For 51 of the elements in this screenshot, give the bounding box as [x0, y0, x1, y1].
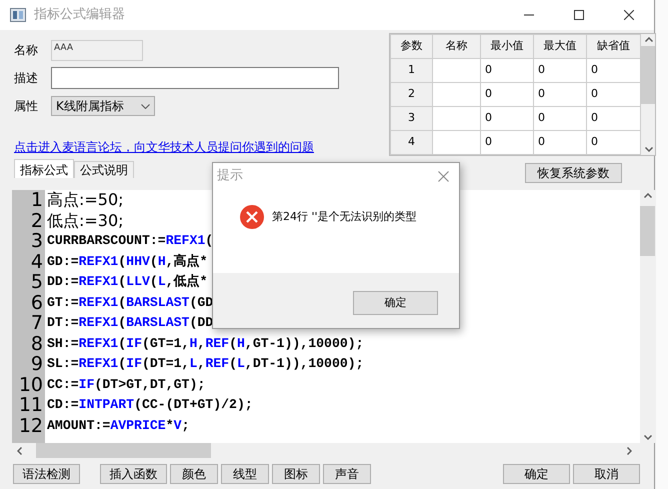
code-line: SH:=REFX1(IF(GT=1,H,REF(H,GT-1)),10000); — [46, 334, 364, 352]
line-number: 5 — [30, 272, 44, 292]
code-line: CD:=INTPART(CC-(DT+GT)/2); — [46, 396, 253, 414]
column-header: 缺省值 — [586, 34, 640, 58]
table-cell: 0 — [480, 106, 534, 130]
code-line: AMOUNT:=AVPRICE*V; — [46, 416, 190, 434]
line-number: 2 — [30, 210, 44, 231]
code-line: CURRBARSCOUNT:=REFX1( — [46, 232, 214, 250]
name-label: 名称 — [14, 42, 39, 59]
column-header: 最大值 — [534, 34, 586, 58]
dialog-title: 提示 — [217, 167, 243, 186]
line-number: 8 — [30, 334, 44, 354]
table-cell: 0 — [480, 130, 534, 154]
code-line: CC:=IF(DT>GT,DT,GT); — [46, 376, 206, 394]
error-message: 第24行 ''是个无法识别的类型 — [272, 208, 417, 225]
column-header: 参数 — [390, 34, 432, 58]
table-cell: 0 — [586, 106, 640, 130]
table-cell: 0 — [480, 58, 534, 82]
code-line: DT:=REFX1(BARSLAST(DD — [46, 314, 214, 332]
row-number: 2 — [390, 82, 432, 106]
code-line: DD:=REFX1(LLV(L,低点* — [46, 273, 208, 291]
description-label: 描述 — [14, 70, 39, 87]
table-cell: 0 — [586, 130, 640, 154]
column-header: 名称 — [432, 34, 480, 58]
line-number: 1 — [30, 190, 44, 210]
code-line: GD:=REFX1(HHV(H,高点* — [46, 252, 208, 270]
table-cell: 0 — [480, 82, 534, 106]
code-line: SL:=REFX1(IF(DT=1,L,REF(L,DT-1)),10000); — [46, 355, 364, 373]
code-line: GT:=REFX1(BARSLAST(GD — [46, 294, 214, 312]
column-header: 最小值 — [480, 34, 534, 58]
code-line: 高点:=50; — [46, 190, 124, 210]
line-number: 6 — [30, 292, 44, 313]
line-number: 3 — [30, 231, 44, 252]
line-number: 7 — [30, 313, 44, 334]
line-number: 10 — [18, 374, 44, 395]
table-cell: 0 — [534, 130, 586, 154]
table-cell: 0 — [534, 106, 586, 130]
row-number: 1 — [390, 58, 432, 82]
attribute-label: 属性 — [14, 98, 39, 115]
line-number: 12 — [18, 416, 44, 436]
line-number: 4 — [30, 252, 44, 272]
row-number: 4 — [390, 130, 432, 154]
row-number: 3 — [390, 106, 432, 130]
line-number: 11 — [18, 395, 44, 416]
table-cell: 0 — [586, 82, 640, 106]
line-number: 9 — [30, 354, 44, 374]
window-title: 指标公式编辑器 — [34, 6, 125, 24]
table-cell: 0 — [586, 58, 640, 82]
code-line: 低点:=30; — [46, 210, 124, 231]
table-cell: 0 — [534, 58, 586, 82]
table-cell: 0 — [534, 82, 586, 106]
